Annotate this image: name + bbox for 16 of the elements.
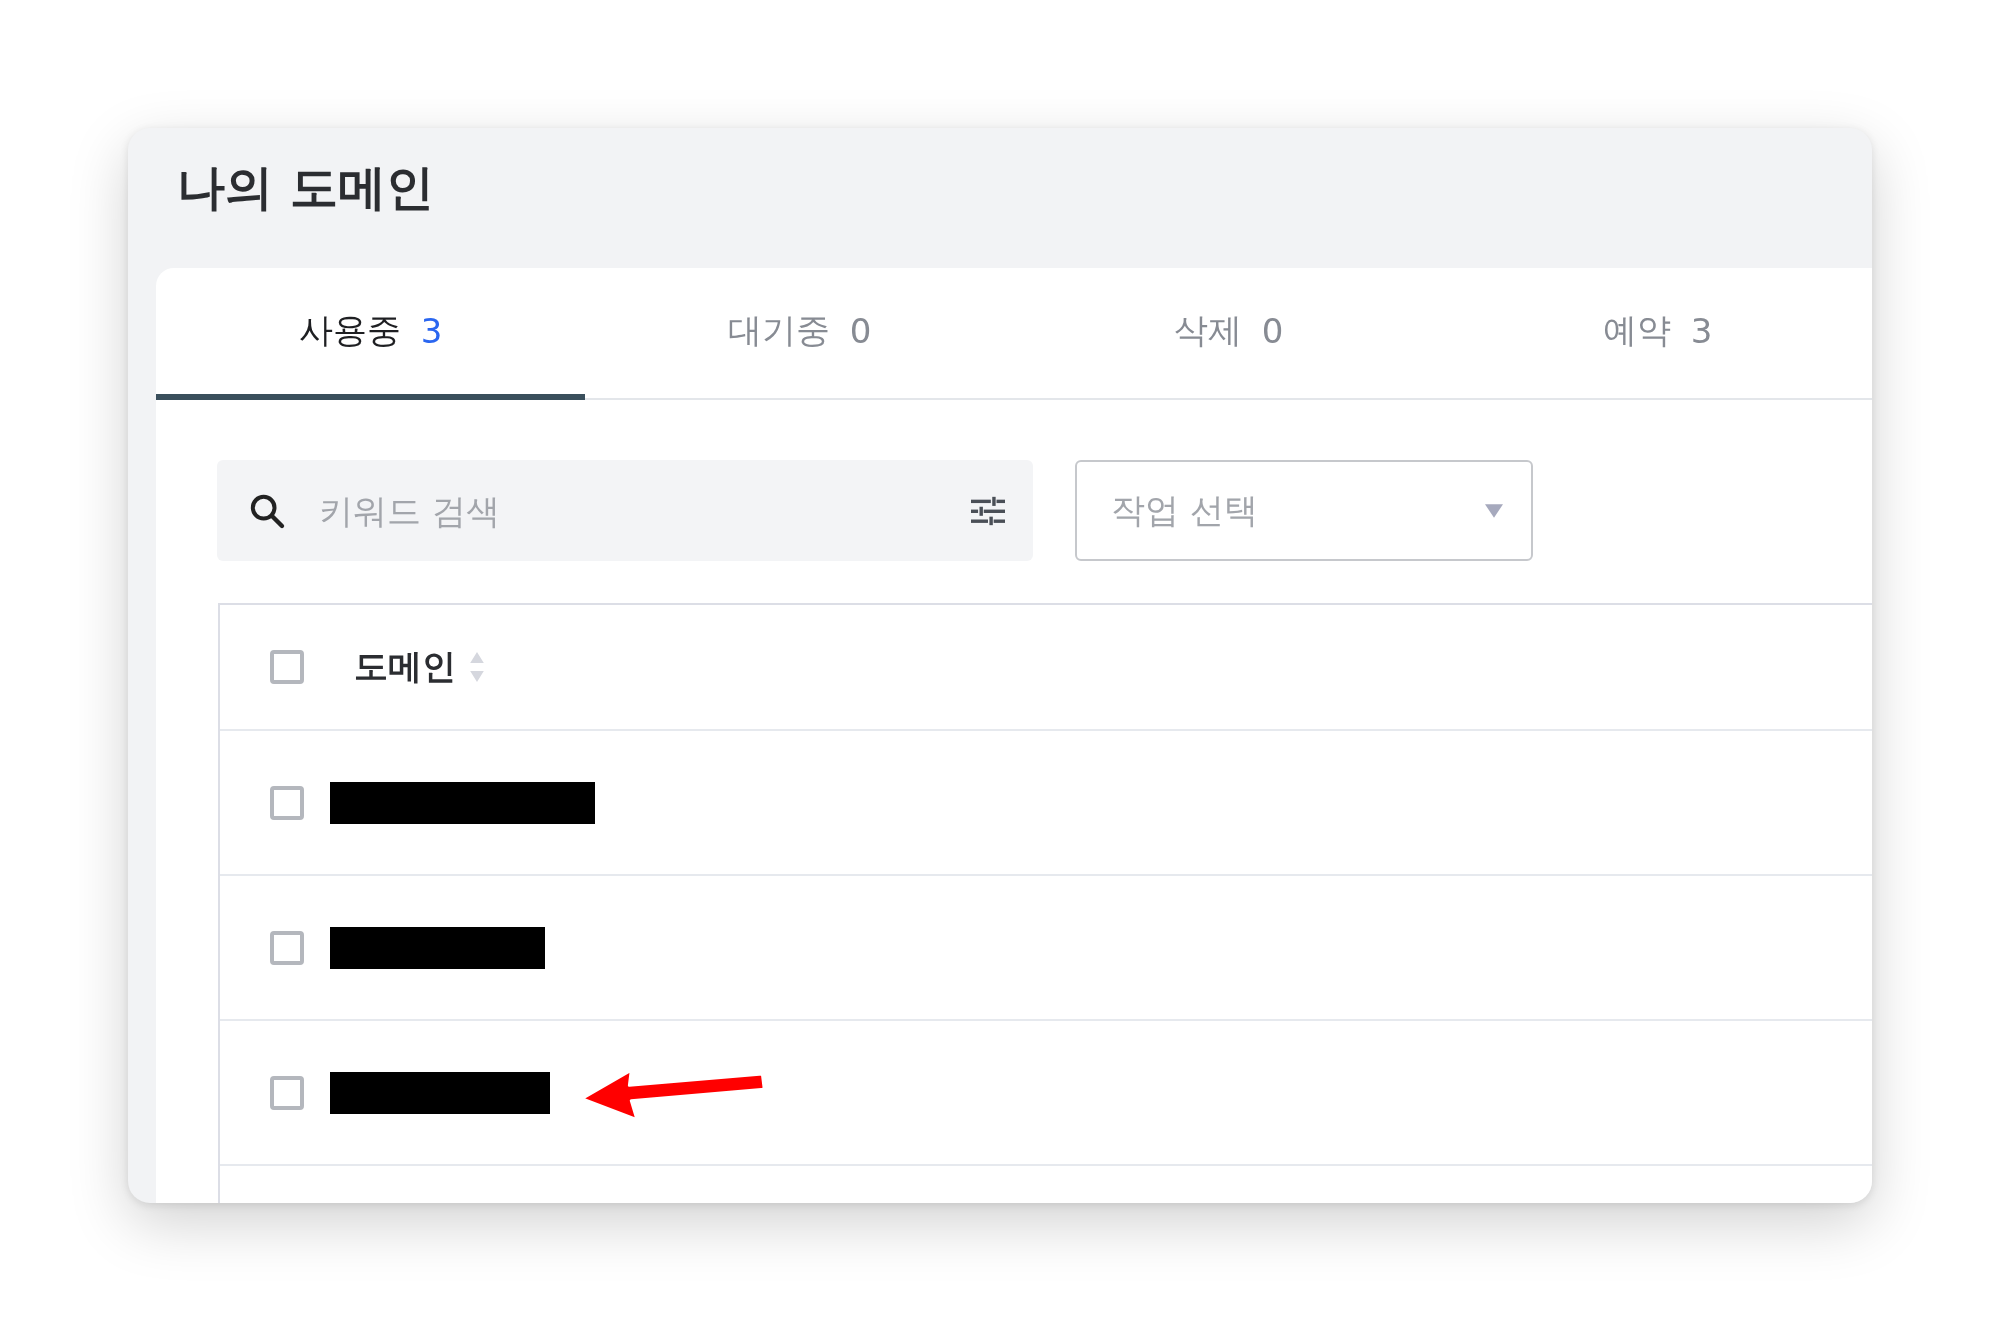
row-checkbox[interactable] <box>270 1075 304 1110</box>
filter-icon[interactable] <box>971 495 1005 526</box>
page-title: 나의 도메인 <box>176 158 435 217</box>
row-checkbox[interactable] <box>270 785 304 820</box>
search-field[interactable]: 키워드 검색 <box>217 460 1033 561</box>
column-header[interactable]: 도메인 <box>354 644 456 690</box>
sort-icon[interactable] <box>470 652 484 682</box>
row-checkbox[interactable] <box>270 930 304 965</box>
tab[interactable]: 사용중 3 <box>156 268 585 400</box>
tab[interactable]: 삭제 0 <box>1014 268 1443 400</box>
caret-icon <box>1485 503 1503 518</box>
tab[interactable]: 예약 3 <box>1443 268 1872 400</box>
action-select[interactable]: 작업 선택 <box>1075 460 1533 561</box>
search-input[interactable]: 키워드 검색 <box>317 489 971 532</box>
tab[interactable]: 대기중 0 <box>585 268 1014 400</box>
select-all-checkbox[interactable] <box>270 650 304 684</box>
